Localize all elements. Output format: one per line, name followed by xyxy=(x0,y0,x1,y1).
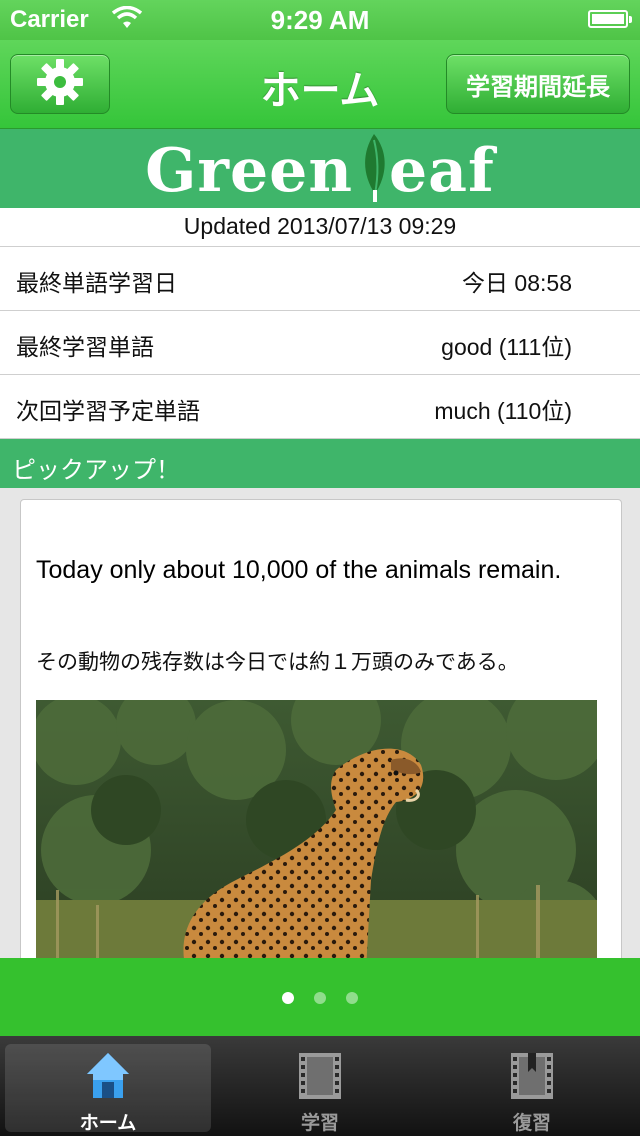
stat-label: 最終単語学習日 xyxy=(16,270,177,296)
clock: 9:29 AM xyxy=(270,5,370,35)
tab-label: 学習 xyxy=(300,1113,339,1134)
stat-row-next-word: 次回学習予定単語 much (110位) xyxy=(0,375,640,440)
page-dot-1[interactable] xyxy=(282,992,294,1004)
bookmark-film-icon xyxy=(511,1053,553,1099)
stat-row-last-study-date: 最終単語学習日 今日 08:58 xyxy=(0,247,640,312)
greenleaf-logo: Green eaf xyxy=(0,129,640,208)
pickup-header-label: ピックアップ！ xyxy=(12,457,180,484)
page-dot-3[interactable] xyxy=(346,992,358,1004)
stat-label: 最終学習単語 xyxy=(16,334,154,360)
cheetah-photo xyxy=(31,675,606,970)
stat-row-last-word: 最終学習単語 good (111位) xyxy=(0,311,640,376)
tab-review[interactable]: 復習 xyxy=(429,1044,635,1134)
tab-label: 復習 xyxy=(512,1113,551,1134)
logo-text-left: Green xyxy=(145,135,353,206)
tab-study[interactable]: 学習 xyxy=(217,1044,423,1134)
tab-bar: ホーム 学習 復習 xyxy=(0,1036,640,1136)
tab-label: ホーム xyxy=(79,1113,137,1134)
navigation-bar: ホーム 学習期間延長 xyxy=(0,40,640,129)
pickup-header: ピックアップ！ xyxy=(0,439,640,488)
film-icon xyxy=(299,1053,341,1099)
pickup-card[interactable]: Today only about 10,000 of the animals r… xyxy=(20,499,622,971)
stat-label: 次回学習予定単語 xyxy=(16,398,200,424)
home-icon xyxy=(87,1053,129,1098)
logo-banner: Green eaf xyxy=(0,129,640,209)
stat-value: good (111位) xyxy=(441,334,572,360)
leaf-icon xyxy=(357,132,391,202)
example-sentence-en: Today only about 10,000 of the animals r… xyxy=(36,556,562,584)
example-sentence-ja: その動物の残存数は今日では約１万頭のみである。 xyxy=(36,651,519,674)
logo-text-right: eaf xyxy=(388,135,495,206)
stat-value: much (110位) xyxy=(434,398,572,424)
status-bar: Carrier 9:29 AM xyxy=(0,0,640,40)
page-dot-2[interactable] xyxy=(314,992,326,1004)
battery-icon xyxy=(588,10,632,28)
extend-study-period-button[interactable]: 学習期間延長 xyxy=(446,54,630,114)
updated-timestamp: Updated 2013/07/13 09:29 xyxy=(0,208,640,247)
tab-home[interactable]: ホーム xyxy=(5,1044,211,1134)
stat-value: 今日 08:58 xyxy=(462,270,572,296)
